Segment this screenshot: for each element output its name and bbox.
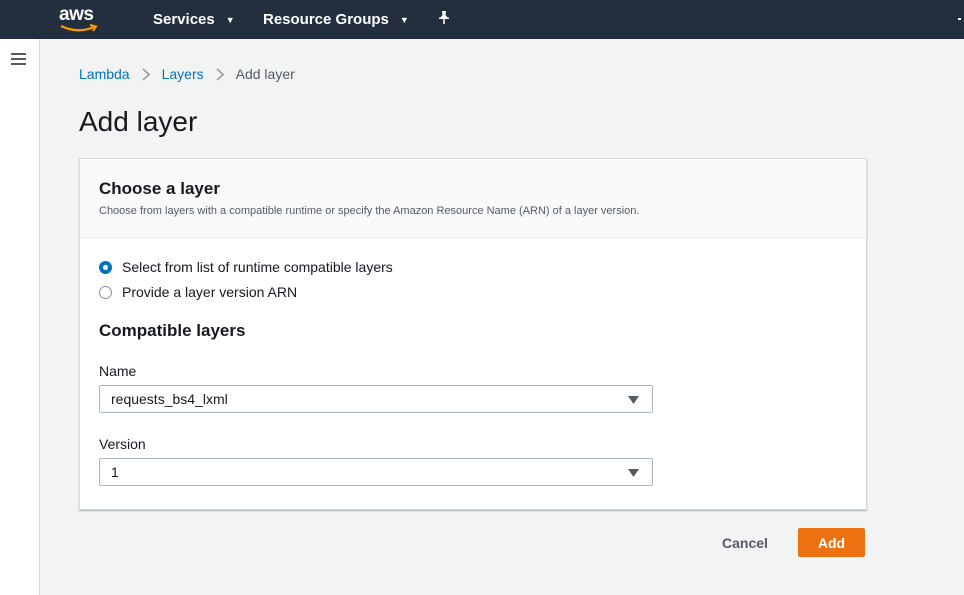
dropdown-arrow-icon <box>628 469 639 477</box>
chevron-down-icon: ▼ <box>399 14 409 25</box>
panel-title: Choose a layer <box>99 179 220 198</box>
aws-logo[interactable]: aws <box>58 4 102 34</box>
name-field-label: Name <box>99 363 137 379</box>
cancel-button[interactable]: Cancel <box>706 528 784 557</box>
add-button[interactable]: Add <box>798 528 865 557</box>
breadcrumb-lambda[interactable]: Lambda <box>79 66 130 82</box>
name-select-value: requests_bs4_lxml <box>111 391 228 407</box>
aws-logo-text: aws <box>59 4 94 25</box>
nav-overflow-mark <box>958 18 961 20</box>
hamburger-menu-icon[interactable] <box>11 53 26 66</box>
radio-button-unchecked[interactable] <box>99 285 112 299</box>
top-navigation-bar: aws Services ▼ Resource Groups ▼ <box>0 0 964 39</box>
side-navigation-strip <box>0 39 40 595</box>
chevron-right-icon <box>216 67 224 81</box>
radio-select-from-list[interactable]: Select from list of runtime compatible l… <box>99 259 393 275</box>
version-field-label: Version <box>99 436 146 452</box>
radio-label: Provide a layer version ARN <box>122 284 298 300</box>
chevron-down-icon: ▼ <box>225 14 235 25</box>
services-label: Services <box>153 11 215 28</box>
name-select[interactable]: requests_bs4_lxml <box>99 385 653 413</box>
version-select[interactable]: 1 <box>99 458 653 486</box>
radio-label: Select from list of runtime compatible l… <box>122 259 393 275</box>
dropdown-arrow-icon <box>628 396 639 404</box>
breadcrumb-layers[interactable]: Layers <box>162 66 204 82</box>
panel-header: Choose a layer Choose from layers with a… <box>80 159 866 238</box>
breadcrumb: Lambda Layers Add layer <box>79 66 295 82</box>
aws-smile-icon <box>60 24 98 32</box>
panel-description: Choose from layers with a compatible run… <box>99 205 640 217</box>
pin-icon[interactable] <box>437 10 451 26</box>
chevron-right-icon <box>142 67 150 81</box>
services-menu[interactable]: Services ▼ <box>153 11 235 28</box>
radio-button-checked[interactable] <box>99 260 112 274</box>
version-select-value: 1 <box>111 464 119 480</box>
page-title: Add layer <box>79 106 198 137</box>
choose-layer-panel: Choose a layer Choose from layers with a… <box>79 158 867 510</box>
radio-provide-arn[interactable]: Provide a layer version ARN <box>99 284 297 300</box>
compatible-layers-heading: Compatible layers <box>99 321 246 340</box>
resource-groups-menu[interactable]: Resource Groups ▼ <box>263 11 409 28</box>
resource-groups-label: Resource Groups <box>263 11 389 28</box>
breadcrumb-add-layer: Add layer <box>235 66 295 82</box>
